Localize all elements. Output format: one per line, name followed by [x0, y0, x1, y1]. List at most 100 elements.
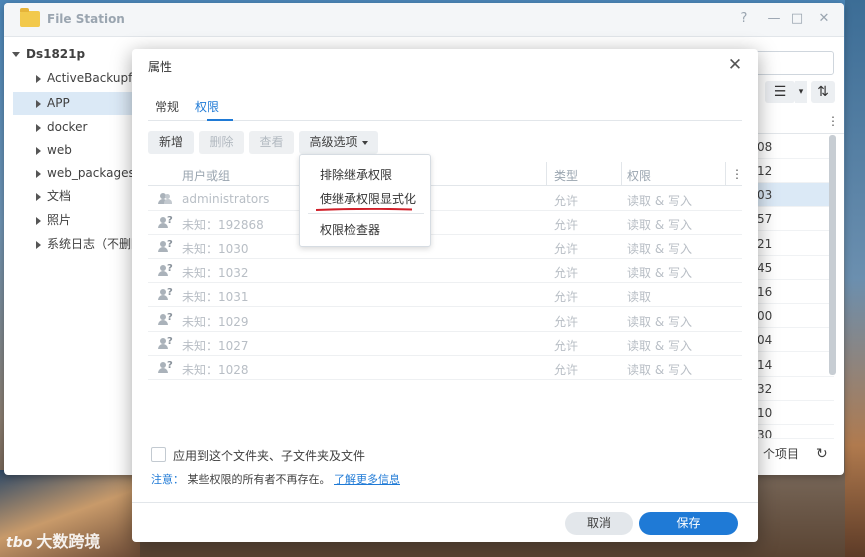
file-list-header: ⋮	[749, 110, 844, 134]
user-cell: 未知：192868	[182, 218, 264, 232]
type-cell: 允许	[554, 315, 579, 329]
tree-item-label: docker	[47, 120, 88, 134]
chevron-right-icon[interactable]	[36, 123, 41, 132]
unknown-user-icon: ?	[158, 215, 173, 229]
table-row[interactable]: 03	[749, 183, 834, 207]
user-cell: 未知：1029	[182, 315, 249, 329]
table-row[interactable]: ? 未知：192868 允许 读取 & 写入	[148, 211, 742, 235]
chevron-right-icon[interactable]	[36, 216, 41, 225]
table-row[interactable]: 16	[749, 280, 834, 304]
advanced-options-button[interactable]: 高级选项	[299, 131, 378, 154]
menu-item-make-inherited-explicit[interactable]: 使继承权限显式化	[320, 190, 416, 207]
table-row[interactable]: administrators 允许 读取 & 写入	[148, 187, 742, 211]
unknown-user-icon: ?	[158, 336, 173, 350]
tree-item-web[interactable]: web	[12, 139, 132, 162]
table-row[interactable]: ? 未知：1027 允许 读取 & 写入	[148, 332, 742, 356]
watermark-logo: tbo	[6, 535, 33, 551]
chevron-right-icon[interactable]	[36, 146, 41, 155]
unknown-user-icon: ?	[158, 312, 173, 326]
tree-item-activebackup[interactable]: ActiveBackupfor	[12, 67, 132, 90]
note-label: 注意：	[151, 473, 184, 486]
annotation-underline	[316, 208, 412, 211]
more-columns-icon[interactable]: ⋮	[827, 114, 839, 128]
close-icon[interactable]: ✕	[816, 11, 832, 26]
permission-cell: 读取 & 写入	[627, 363, 692, 377]
search-input[interactable]	[749, 51, 834, 75]
dialog-footer: 取消 保存	[132, 502, 758, 542]
type-cell: 允许	[554, 290, 579, 304]
table-row[interactable]: 12	[749, 159, 834, 183]
table-row[interactable]: 57	[749, 207, 834, 231]
save-button[interactable]: 保存	[639, 512, 738, 535]
table-row[interactable]: ? 未知：1032 允许 读取 & 写入	[148, 259, 742, 283]
chevron-right-icon[interactable]	[36, 169, 41, 178]
learn-more-link[interactable]: 了解更多信息	[334, 473, 400, 486]
menu-item-permission-inspector[interactable]: 权限检查器	[320, 221, 380, 238]
minimize-icon[interactable]: —	[766, 11, 782, 26]
cancel-button[interactable]: 取消	[565, 512, 633, 535]
view-dropdown-icon[interactable]: ▾	[795, 81, 807, 103]
tree-item-docker[interactable]: docker	[12, 116, 132, 139]
chevron-down-icon[interactable]	[12, 52, 20, 57]
type-cell: 允许	[554, 363, 579, 377]
table-row[interactable]: 30	[749, 425, 834, 439]
group-icon	[158, 193, 172, 205]
note-text: 某些权限的所有者不再存在。	[187, 473, 331, 486]
column-divider	[546, 162, 547, 186]
table-row[interactable]: 21	[749, 232, 834, 256]
delete-button[interactable]: 删除	[199, 131, 244, 154]
help-icon[interactable]: ?	[736, 11, 752, 26]
tree-item-label: 照片	[47, 213, 72, 227]
tab-permissions[interactable]: 权限	[195, 98, 219, 115]
chevron-right-icon[interactable]	[36, 240, 41, 249]
scrollbar[interactable]	[829, 135, 836, 375]
column-permission[interactable]: 权限	[627, 167, 651, 184]
tree-item-label: 系统日志（不删除	[47, 237, 132, 251]
permission-cell: 读取	[627, 290, 652, 304]
column-type[interactable]: 类型	[554, 167, 578, 184]
tree-item-web-packages[interactable]: web_packages	[12, 162, 132, 185]
chevron-right-icon[interactable]	[36, 99, 41, 108]
table-row[interactable]: 00	[749, 304, 834, 328]
menu-item-exclude-inherited[interactable]: 排除继承权限	[320, 166, 392, 183]
type-cell: 允许	[554, 242, 579, 256]
table-row[interactable]: 32	[749, 377, 834, 401]
advanced-options-menu: 排除继承权限 使继承权限显式化 权限检查器	[299, 154, 431, 247]
chevron-right-icon[interactable]	[36, 192, 41, 201]
unknown-user-icon: ?	[158, 239, 173, 253]
sort-icon[interactable]: ⇅	[811, 81, 835, 103]
tree-item-system-logs[interactable]: 系统日志（不删除	[12, 233, 132, 256]
chevron-down-icon	[361, 140, 368, 145]
menu-divider	[308, 213, 424, 214]
tree-item-root[interactable]: Ds1821p	[12, 43, 132, 66]
tree-item-documents[interactable]: 文档	[12, 185, 132, 208]
maximize-icon[interactable]: □	[789, 11, 805, 26]
ownership-note: 注意： 某些权限的所有者不再存在。 了解更多信息	[151, 471, 400, 487]
table-row[interactable]: 14	[749, 353, 834, 377]
table-row[interactable]: 45	[749, 256, 834, 280]
apply-to-subfolders-checkbox[interactable]	[151, 447, 166, 462]
column-user[interactable]: 用户或组	[182, 167, 230, 184]
tree-item-app[interactable]: APP	[13, 92, 132, 115]
table-row[interactable]: ? 未知：1028 允许 读取 & 写入	[148, 356, 742, 380]
table-row[interactable]: ? 未知：1031 允许 读取	[148, 283, 742, 307]
table-row[interactable]: 10	[749, 401, 834, 425]
chevron-right-icon[interactable]	[36, 74, 41, 83]
close-icon[interactable]: ✕	[727, 55, 743, 75]
table-row[interactable]: 04	[749, 328, 834, 352]
view-button[interactable]: 查看	[249, 131, 294, 154]
tree-item-photos[interactable]: 照片	[12, 209, 132, 232]
type-cell: 允许	[554, 218, 579, 232]
add-button[interactable]: 新增	[148, 131, 194, 154]
user-cell: 未知：1027	[182, 339, 249, 353]
refresh-icon[interactable]: ↻	[816, 442, 828, 466]
table-row[interactable]: ? 未知：1029 允许 读取 & 写入	[148, 308, 742, 332]
tab-bar: 常规 权限	[148, 89, 742, 121]
list-view-icon[interactable]: ☰	[765, 81, 795, 103]
unknown-user-icon: ?	[158, 360, 173, 374]
table-row[interactable]: ? 未知：1030 允许 读取 & 写入	[148, 235, 742, 259]
column-options-icon[interactable]: ⋮	[731, 167, 743, 181]
type-cell: 允许	[554, 266, 579, 280]
table-row[interactable]: 08	[749, 135, 834, 159]
tab-general[interactable]: 常规	[155, 98, 179, 115]
